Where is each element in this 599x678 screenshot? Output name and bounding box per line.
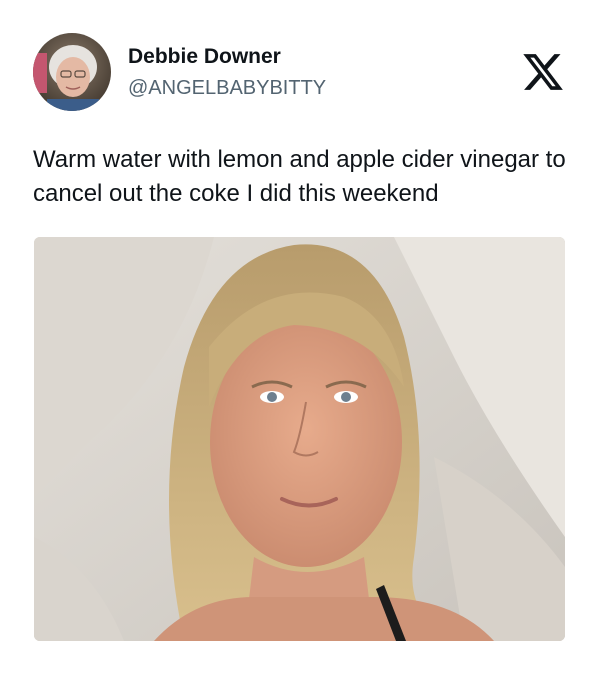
x-logo-icon: [521, 50, 565, 94]
avatar[interactable]: [33, 33, 111, 111]
avatar-photo: [33, 33, 111, 111]
user-handle[interactable]: @ANGELBABYBITTY: [128, 76, 326, 100]
selfie-image: [34, 237, 565, 641]
tweet-photo[interactable]: [34, 237, 565, 641]
tweet-text: Warm water with lemon and apple cider vi…: [33, 146, 566, 207]
display-name[interactable]: Debbie Downer: [128, 44, 281, 70]
